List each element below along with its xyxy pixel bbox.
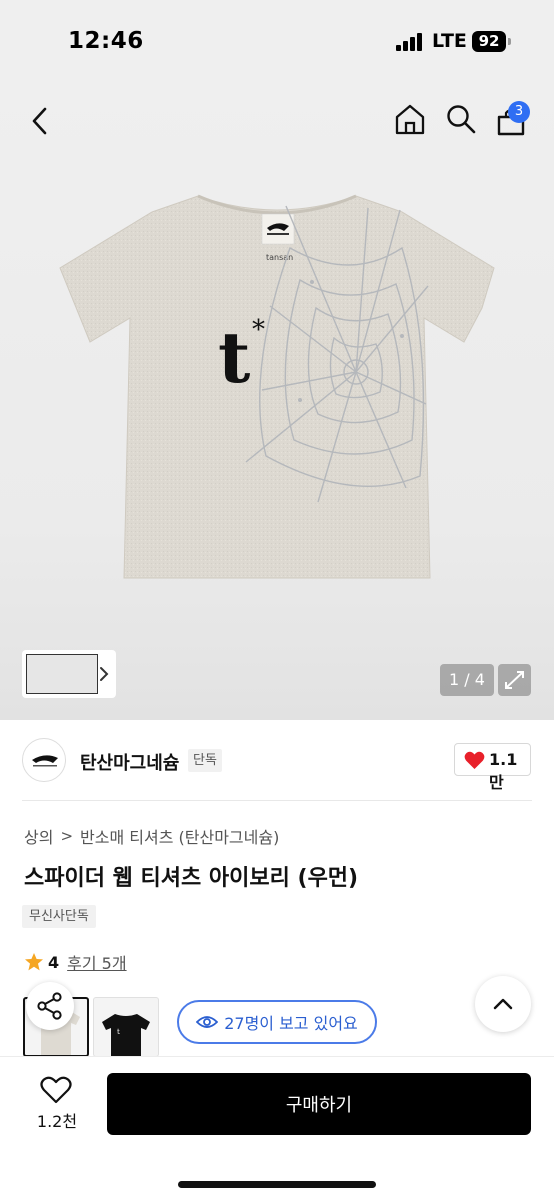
buy-button[interactable]: 구매하기 bbox=[107, 1073, 531, 1135]
breadcrumb: 상의 > 반소매 티셔츠 (탄산마그네슘) bbox=[24, 824, 279, 848]
expand-image-button[interactable] bbox=[498, 664, 531, 696]
breadcrumb-subcategory[interactable]: 반소매 티셔츠 (탄산마그네슘) bbox=[80, 824, 279, 848]
svg-text:t: t bbox=[117, 1028, 120, 1036]
brand-like-count: 1.1만 bbox=[489, 750, 518, 792]
cart-count-badge: 3 bbox=[508, 101, 530, 123]
share-button[interactable] bbox=[26, 982, 74, 1030]
chevron-up-icon bbox=[493, 998, 513, 1010]
brand-name[interactable]: 탄산마그네슘 bbox=[80, 749, 179, 775]
star-icon bbox=[25, 953, 43, 971]
status-bar: 12:46 LTE 92 bbox=[0, 0, 554, 82]
brand-logo[interactable] bbox=[22, 738, 66, 782]
breadcrumb-category[interactable]: 상의 bbox=[24, 824, 53, 848]
tshirt-black-thumbnail: t bbox=[102, 1014, 150, 1056]
brand-exclusive-tag: 단독 bbox=[188, 749, 222, 772]
product-image[interactable]: tansan t * bbox=[50, 186, 504, 586]
home-indicator bbox=[178, 1181, 376, 1188]
eye-icon bbox=[196, 1016, 219, 1028]
divider bbox=[22, 800, 532, 801]
rating-value: 4 bbox=[48, 952, 60, 972]
color-option-black[interactable]: t bbox=[93, 997, 159, 1057]
product-title: 스파이더 웹 티셔츠 아이보리 (우먼) bbox=[24, 866, 359, 891]
signal-icon bbox=[396, 33, 424, 51]
review-link[interactable]: 후기 5개 bbox=[67, 950, 126, 974]
network-type: LTE bbox=[432, 30, 467, 52]
rating-row: 4 후기 5개 bbox=[24, 950, 127, 974]
viewers-count-text: 27명이 보고 있어요 bbox=[224, 1014, 358, 1033]
status-time: 12:46 bbox=[68, 28, 144, 54]
viewers-count-pill: 27명이 보고 있어요 bbox=[177, 1000, 377, 1044]
exclusive-badge: 무신사단독 bbox=[22, 905, 96, 928]
expand-icon bbox=[505, 671, 524, 689]
battery-tip bbox=[508, 38, 511, 45]
svg-text:tansan: tansan bbox=[266, 253, 293, 262]
heart-outline-icon[interactable] bbox=[40, 1076, 72, 1104]
wish-count: 1.2천 bbox=[36, 1112, 78, 1131]
back-arrow-icon[interactable] bbox=[28, 106, 52, 136]
gallery-thumbnail[interactable] bbox=[26, 654, 98, 694]
svg-text:*: * bbox=[252, 315, 265, 345]
share-icon bbox=[37, 992, 62, 1020]
gallery-page-indicator: 1 / 4 bbox=[440, 664, 494, 696]
scroll-to-top-button[interactable] bbox=[475, 976, 531, 1032]
home-icon[interactable] bbox=[394, 103, 426, 135]
battery-icon: 92 bbox=[472, 31, 506, 52]
search-icon[interactable] bbox=[446, 104, 476, 134]
chevron-right-icon: > bbox=[60, 827, 74, 845]
svg-text:t: t bbox=[218, 316, 250, 399]
heart-filled-icon bbox=[464, 751, 485, 769]
brand-like-button[interactable]: 1.1만 bbox=[454, 743, 531, 792]
chevron-right-icon[interactable] bbox=[97, 664, 111, 684]
brand-logo-mark bbox=[32, 755, 58, 767]
